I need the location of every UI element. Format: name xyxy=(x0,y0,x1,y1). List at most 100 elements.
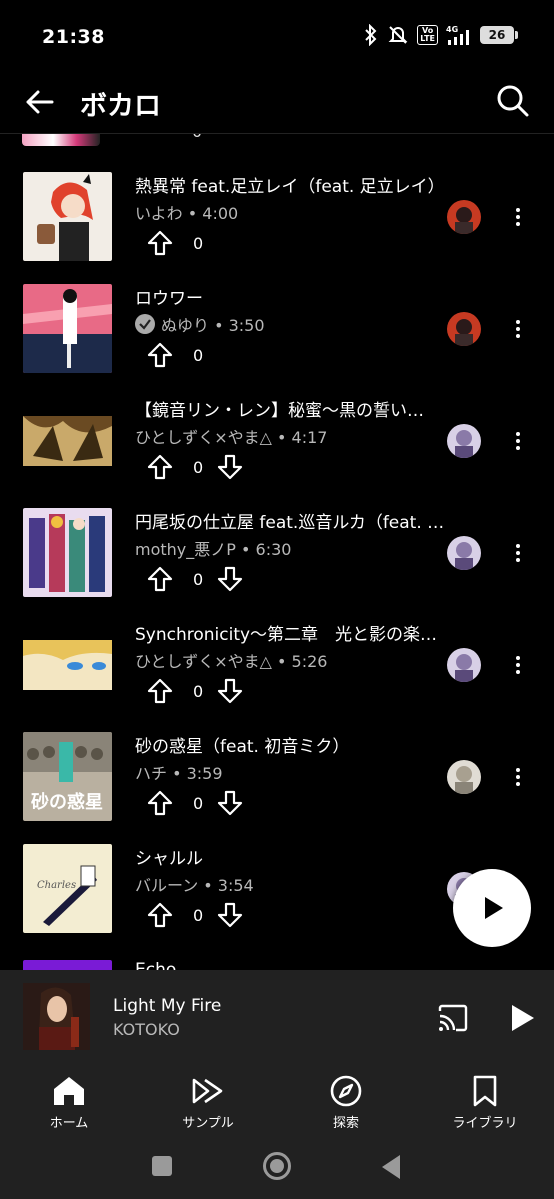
mute-icon xyxy=(387,24,409,46)
back-icon[interactable] xyxy=(382,1155,400,1179)
upvote-icon[interactable] xyxy=(147,678,173,704)
vote-controls: 0 xyxy=(147,790,243,816)
status-time: 21:38 xyxy=(42,26,105,48)
album-thumbnail xyxy=(23,620,112,709)
song-meta: mothy_悪ノP • 6:30 xyxy=(135,536,291,560)
nav-home[interactable]: ホーム xyxy=(14,1074,124,1134)
vote-controls: 0 xyxy=(147,230,217,256)
more-options-icon[interactable] xyxy=(508,426,528,456)
nav-explore[interactable]: 探索 xyxy=(291,1074,401,1134)
back-arrow-icon[interactable] xyxy=(22,84,58,120)
vote-count: 0 xyxy=(193,569,204,589)
more-options-icon[interactable] xyxy=(508,538,528,568)
song-list[interactable]: 0 熱異常 feat.足立レイ（feat. 足立レイ） いよわ • 4:00 0… xyxy=(0,134,554,970)
vote-count: 0 xyxy=(193,345,204,365)
downvote-icon[interactable] xyxy=(217,678,243,704)
vote-count: 0 xyxy=(193,681,204,701)
song-artist-duration: mothy_悪ノP • 6:30 xyxy=(135,540,292,559)
more-options-icon[interactable] xyxy=(508,650,528,680)
nav-samples[interactable]: サンプル xyxy=(153,1074,263,1134)
vote-controls: 0 xyxy=(147,454,243,480)
mini-player[interactable]: Light My Fire KOTOKO xyxy=(0,970,554,1066)
explore-icon xyxy=(291,1074,401,1108)
recents-icon[interactable] xyxy=(152,1156,172,1176)
user-avatar[interactable] xyxy=(447,648,481,682)
song-meta: バルーン • 3:54 xyxy=(135,872,254,896)
song-item[interactable]: 【鏡音リン・レン】秘蜜～黒の誓い… ひとしずく×やま△ • 4:17 0 xyxy=(0,396,554,508)
upvote-icon[interactable] xyxy=(147,902,173,928)
search-icon[interactable] xyxy=(494,82,532,120)
svg-text:4G: 4G xyxy=(446,25,458,34)
song-title[interactable]: ロウワー xyxy=(135,284,447,309)
song-artist-duration: ぬゆり • 3:50 xyxy=(161,316,265,335)
upvote-icon[interactable] xyxy=(147,454,173,480)
status-bar: 21:38 Vo LTE 4G 26 xyxy=(0,0,554,76)
downvote-icon[interactable] xyxy=(217,790,243,816)
user-avatar[interactable] xyxy=(447,536,481,570)
verified-icon xyxy=(135,314,155,334)
svg-text:Charles: Charles xyxy=(37,880,76,891)
song-artist-duration: ひとしずく×やま△ • 4:17 xyxy=(135,428,328,447)
nav-label: サンプル xyxy=(182,1116,234,1131)
vote-count: 0 xyxy=(193,905,204,925)
vote-count: 0 xyxy=(193,233,204,253)
upvote-icon[interactable] xyxy=(147,342,173,368)
user-avatar[interactable] xyxy=(447,312,481,346)
downvote-icon[interactable] xyxy=(217,566,243,592)
more-options-icon[interactable] xyxy=(508,314,528,344)
song-title[interactable]: 砂の惑星（feat. 初音ミク） xyxy=(135,732,447,757)
song-title[interactable]: Synchronicity～第二章 光と影の楽… xyxy=(135,620,447,645)
play-icon[interactable] xyxy=(506,1001,538,1035)
song-item[interactable]: Synchronicity～第二章 光と影の楽… ひとしずく×やま△ • 5:2… xyxy=(0,620,554,732)
song-item[interactable]: 砂の惑星 砂の惑星（feat. 初音ミク） ハチ • 3:59 0 xyxy=(0,732,554,844)
song-title[interactable]: Echo xyxy=(135,958,176,970)
song-title[interactable]: シャルル xyxy=(135,844,447,869)
signal-icon: 4G xyxy=(446,24,472,46)
song-artist-duration: いよわ • 4:00 xyxy=(135,204,239,223)
user-avatar[interactable] xyxy=(447,760,481,794)
song-title[interactable]: 円尾坂の仕立屋 feat.巡音ルカ（feat. … xyxy=(135,508,447,533)
song-meta: いよわ • 4:00 xyxy=(135,200,238,224)
nav-label: 探索 xyxy=(332,1116,359,1131)
vote-controls: 0 xyxy=(147,902,243,928)
upvote-icon[interactable] xyxy=(147,790,173,816)
system-nav-bar xyxy=(0,1136,554,1199)
song-meta: ひとしずく×やま△ • 5:26 xyxy=(135,648,327,672)
user-avatar[interactable] xyxy=(447,424,481,458)
bluetooth-icon xyxy=(363,24,379,46)
album-thumbnail xyxy=(23,172,112,261)
vote-controls: 0 xyxy=(147,678,243,704)
album-thumbnail: 砂の惑星 xyxy=(23,732,112,821)
nav-label: ライブラリ xyxy=(452,1116,518,1131)
song-item[interactable]: 円尾坂の仕立屋 feat.巡音ルカ（feat. … mothy_悪ノP • 6:… xyxy=(0,508,554,620)
nav-library[interactable]: ライブラリ xyxy=(430,1074,540,1134)
library-icon xyxy=(430,1074,540,1108)
album-thumbnail xyxy=(23,960,112,970)
cast-icon[interactable] xyxy=(436,1001,470,1035)
now-playing-title: Light My Fire xyxy=(113,996,222,1016)
more-options-icon[interactable] xyxy=(508,762,528,792)
more-options-icon[interactable] xyxy=(508,202,528,232)
downvote-icon[interactable] xyxy=(217,454,243,480)
vote-controls: 0 xyxy=(147,342,217,368)
song-meta: ハチ • 3:59 xyxy=(135,760,223,784)
play-all-button[interactable] xyxy=(453,869,531,947)
status-icons: Vo LTE 4G 26 xyxy=(363,24,518,46)
upvote-icon[interactable] xyxy=(147,566,173,592)
vote-count: 0 xyxy=(193,793,204,813)
song-title[interactable]: 【鏡音リン・レン】秘蜜～黒の誓い… xyxy=(135,396,447,421)
play-icon xyxy=(485,897,503,919)
song-title[interactable]: 熱異常 feat.足立レイ（feat. 足立レイ） xyxy=(135,172,447,197)
vote-count: 0 xyxy=(193,457,204,477)
song-item[interactable]: ロウワー ぬゆり • 3:50 0 xyxy=(0,284,554,396)
user-avatar[interactable] xyxy=(447,200,481,234)
song-artist-duration: ひとしずく×やま△ • 5:26 xyxy=(135,652,328,671)
album-thumbnail xyxy=(23,396,112,485)
upvote-icon[interactable] xyxy=(147,230,173,256)
now-playing-artwork xyxy=(23,983,90,1050)
song-artist-duration: ハチ • 3:59 xyxy=(135,764,223,783)
downvote-icon[interactable] xyxy=(217,902,243,928)
song-item[interactable]: 熱異常 feat.足立レイ（feat. 足立レイ） いよわ • 4:00 0 xyxy=(0,172,554,284)
battery-icon: 26 xyxy=(480,26,518,44)
home-button-icon[interactable] xyxy=(263,1152,291,1180)
